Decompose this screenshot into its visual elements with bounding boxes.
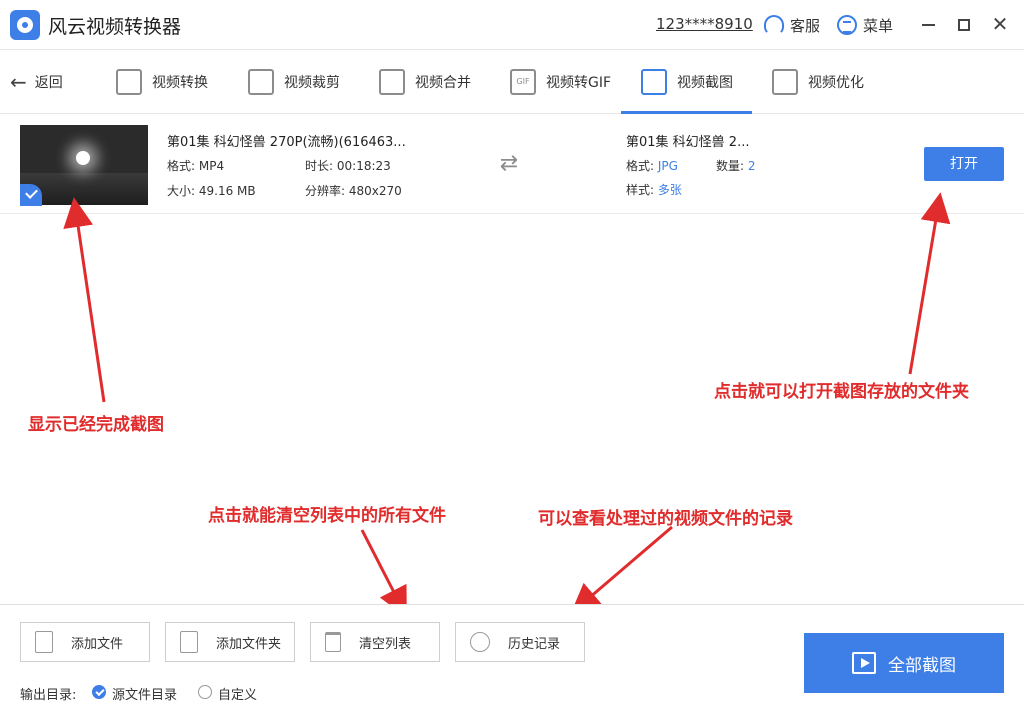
arrow-to-open-button [908, 192, 951, 375]
back-button[interactable]: ← 返回 [10, 70, 63, 94]
custom-dir-label[interactable]: 自定义 [218, 684, 257, 703]
bottom-panel: 添加文件 添加文件夹 清空列表 历史记录 输出目录: 源文件目录 自定义 全部截… [0, 604, 1024, 720]
source-format: 格式: MP4 [167, 159, 225, 173]
back-arrow-icon: ← [10, 70, 27, 94]
source-dir-label[interactable]: 源文件目录 [112, 684, 177, 703]
file-list-item[interactable]: 第01集 科幻怪兽 270P(流畅)(616463... 格式: MP4 时长:… [0, 114, 1024, 214]
arrow-to-thumbnail [63, 197, 106, 403]
add-file-icon [35, 631, 53, 653]
output-style: 样式: 多张 [626, 183, 682, 197]
tab-label: 视频转GIF [546, 75, 612, 91]
source-duration: 时长: 00:18:23 [305, 159, 391, 173]
trash-icon [325, 632, 341, 652]
tab-video-convert[interactable]: 视频转换 [116, 64, 208, 100]
source-dir-radio[interactable] [92, 685, 106, 699]
capture-all-button[interactable]: 全部截图 [804, 633, 1004, 693]
add-folder-button[interactable]: 添加文件夹 [165, 622, 295, 662]
screenshot-icon [641, 69, 667, 95]
completed-check-icon [20, 184, 42, 206]
annotation-clear: 点击就能清空列表中的所有文件 [208, 506, 446, 526]
tab-video-merge[interactable]: 视频合并 [379, 64, 471, 100]
arrow-to-history-button [570, 525, 673, 614]
convert-arrow-icon: ⇄ [499, 151, 519, 176]
close-icon[interactable]: ✕ [990, 14, 1010, 34]
source-size: 大小: 49.16 MB [167, 184, 256, 198]
output-dir-label: 输出目录: [20, 688, 77, 703]
minimize-icon[interactable] [922, 24, 935, 26]
tab-label: 视频合并 [415, 75, 471, 91]
video-convert-icon [116, 69, 142, 95]
menu-icon [837, 15, 857, 35]
video-merge-icon [379, 69, 405, 95]
add-folder-icon [180, 631, 198, 653]
app-logo-icon [10, 10, 40, 40]
clock-icon [470, 632, 490, 652]
add-folder-label: 添加文件夹 [216, 636, 282, 652]
output-count: 数量: 2 [716, 159, 756, 173]
annotation-done: 显示已经完成截图 [28, 415, 164, 435]
annotation-history: 可以查看处理过的视频文件的记录 [538, 509, 793, 529]
back-label: 返回 [34, 75, 63, 91]
menu-label: 菜单 [863, 16, 894, 35]
equalizer-icon [772, 69, 798, 95]
capture-all-label: 全部截图 [888, 655, 956, 676]
annotation-open-folder: 点击就可以打开截图存放的文件夹 [714, 382, 969, 402]
feature-toolbar: ← 返回 视频转换 视频裁剪 视频合并 GIF 视频转GIF 视频截图 视频优化 [0, 50, 1024, 114]
menu-button[interactable]: 菜单 [837, 14, 893, 36]
arrow-to-clear-button [360, 529, 407, 618]
support-button[interactable]: 客服 [764, 14, 820, 36]
app-title: 风云视频转换器 [48, 16, 182, 38]
tab-label: 视频转换 [152, 75, 208, 91]
tab-label: 视频优化 [808, 75, 864, 91]
tab-video-crop[interactable]: 视频裁剪 [248, 64, 340, 100]
tab-label: 视频裁剪 [284, 75, 340, 91]
tab-label: 视频截图 [677, 75, 733, 91]
clear-list-label: 清空列表 [359, 636, 412, 652]
history-button[interactable]: 历史记录 [455, 622, 585, 662]
support-label: 客服 [790, 16, 821, 35]
source-resolution: 分辨率: 480x270 [305, 184, 402, 198]
history-label: 历史记录 [508, 636, 561, 652]
headset-icon [764, 15, 784, 35]
gif-icon: GIF [510, 69, 536, 95]
add-file-label: 添加文件 [71, 636, 124, 652]
tab-video-screenshot[interactable]: 视频截图 [641, 64, 733, 100]
output-file-name: 第01集 科幻怪兽 2... [626, 135, 750, 150]
output-format: 格式: JPG [626, 159, 678, 173]
video-crop-icon [248, 69, 274, 95]
tab-video-optimize[interactable]: 视频优化 [772, 64, 864, 100]
title-bar: 风云视频转换器 123****8910 客服 菜单 ✕ [0, 0, 1024, 50]
add-file-button[interactable]: 添加文件 [20, 622, 150, 662]
source-file-name: 第01集 科幻怪兽 270P(流畅)(616463... [167, 135, 406, 150]
maximize-icon[interactable] [958, 19, 970, 31]
clear-list-button[interactable]: 清空列表 [310, 622, 440, 662]
tab-video-to-gif[interactable]: GIF 视频转GIF [510, 64, 611, 100]
open-folder-button[interactable]: 打开 [924, 147, 1004, 181]
user-account-link[interactable]: 123****8910 [656, 15, 753, 33]
play-icon [852, 652, 876, 674]
custom-dir-radio[interactable] [198, 685, 212, 699]
